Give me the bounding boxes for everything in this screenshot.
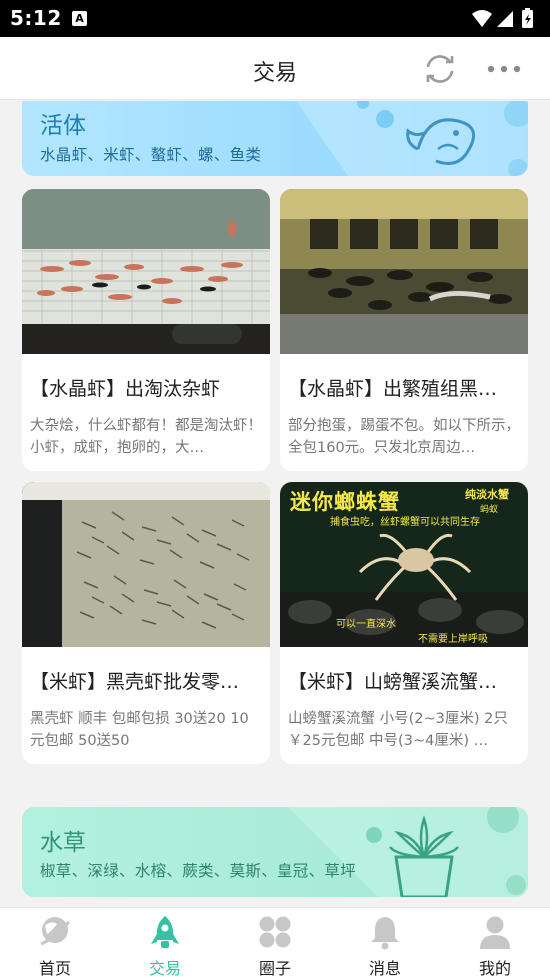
nav-item-circle[interactable]: 圈子 [220, 908, 330, 979]
bell-icon [371, 917, 399, 950]
refresh-icon[interactable] [422, 52, 458, 86]
listing-title: 【米虾】山螃蟹溪流蟹… [288, 671, 498, 693]
listing-title: 【米虾】黑壳虾批发零… [30, 671, 240, 693]
image-caption-main: 迷你螂蛛蟹 [290, 490, 400, 514]
category-banner-plants[interactable]: 水草 椒草、深绿、水榕、蕨类、莫斯、皇冠、草坪 [22, 807, 528, 897]
status-icons [472, 8, 533, 28]
nav-label: 消息 [368, 959, 401, 978]
listing-description: 大杂烩，什么虾都有！都是淘汰虾！小虾，成虾，抱卵的，大… [30, 418, 262, 456]
wifi-icon [472, 10, 492, 27]
nav-item-profile[interactable]: 我的 [440, 908, 550, 979]
listing-image [22, 189, 270, 354]
listing-description: 黑壳虾 顺丰 包邮包损 30送20 10元包邮 50送50 [30, 711, 249, 749]
listing-image [280, 189, 528, 354]
listing-title: 【水晶虾】出繁殖组黑… [288, 378, 498, 400]
image-caption-corner-sub: 蚂蚁 [480, 505, 499, 515]
image-caption-corner: 纯淡水蟹 [465, 488, 509, 501]
signal-icon [497, 11, 513, 27]
content-scroll[interactable]: 活体 水晶虾、米虾、螯虾、螺、鱼类 【水晶虾】出淘汰杂虾 大杂烩，什么虾都有！都… [0, 101, 550, 907]
nav-label: 首页 [38, 959, 71, 978]
banner-title: 活体 [40, 113, 86, 139]
planet-icon [40, 917, 71, 946]
category-banner-live[interactable]: 活体 水晶虾、米虾、螯虾、螺、鱼类 [22, 101, 528, 176]
image-caption-line3: 不需要上岸呼吸 [418, 634, 488, 645]
rocket-icon [151, 916, 179, 948]
nav-label: 交易 [148, 959, 181, 978]
nav-item-messages[interactable]: 消息 [330, 908, 440, 979]
listing-title: 【水晶虾】出淘汰杂虾 [30, 378, 221, 400]
more-options-icon[interactable] [486, 64, 522, 74]
status-bar: 5:12 A [0, 0, 550, 37]
nav-item-home[interactable]: 首页 [0, 908, 110, 979]
status-time: 5:12 [10, 6, 62, 30]
banner-subtitle: 椒草、深绿、水榕、蕨类、莫斯、皇冠、草坪 [40, 862, 357, 880]
listing-description: 部分抱蛋，踢蛋不包。如以下所示，全包160元。只发北京周边… [288, 418, 520, 456]
image-caption-line2: 可以一直深水 [336, 619, 396, 630]
listing-card[interactable]: 【水晶虾】出繁殖组黑… 部分抱蛋，踢蛋不包。如以下所示，全包160元。只发北京周… [280, 189, 528, 471]
page-title: 交易 [252, 61, 297, 86]
listing-image [22, 482, 270, 647]
plant-pot-icon [288, 807, 528, 897]
image-caption-line1: 捕食虫吃，丝虾螺蟹可以共同生存 [330, 517, 480, 528]
app-header: 交易 [0, 37, 550, 100]
notification-icon: A [72, 11, 87, 26]
banner-title: 水草 [40, 830, 86, 856]
listing-card[interactable]: 【水晶虾】出淘汰杂虾 大杂烩，什么虾都有！都是淘汰虾！小虾，成虾，抱卵的，大… [22, 189, 270, 471]
listing-card[interactable]: 迷你螂蛛蟹 纯淡水蟹 蚂蚁 捕食虫吃，丝虾螺蟹可以共同生存 可以一直深水 不需要… [280, 482, 528, 764]
banner-subtitle: 水晶虾、米虾、螯虾、螺、鱼类 [40, 146, 262, 164]
bottom-nav: 首页 交易 圈子 消息 我的 [0, 907, 550, 979]
grid-circles-icon [259, 916, 291, 948]
nav-label: 圈子 [258, 959, 291, 978]
user-icon [480, 916, 510, 949]
listing-description: 山螃蟹溪流蟹 小号(2~3厘米) 2只 ￥25元包邮 中号(3~4厘米) … [288, 711, 508, 749]
shrimp-fish-icon [296, 101, 528, 176]
nav-item-trade[interactable]: 交易 [110, 908, 220, 979]
nav-label: 我的 [478, 959, 511, 978]
listing-card[interactable]: 【米虾】黑壳虾批发零… 黑壳虾 顺丰 包邮包损 30送20 10元包邮 50送5… [22, 482, 270, 764]
